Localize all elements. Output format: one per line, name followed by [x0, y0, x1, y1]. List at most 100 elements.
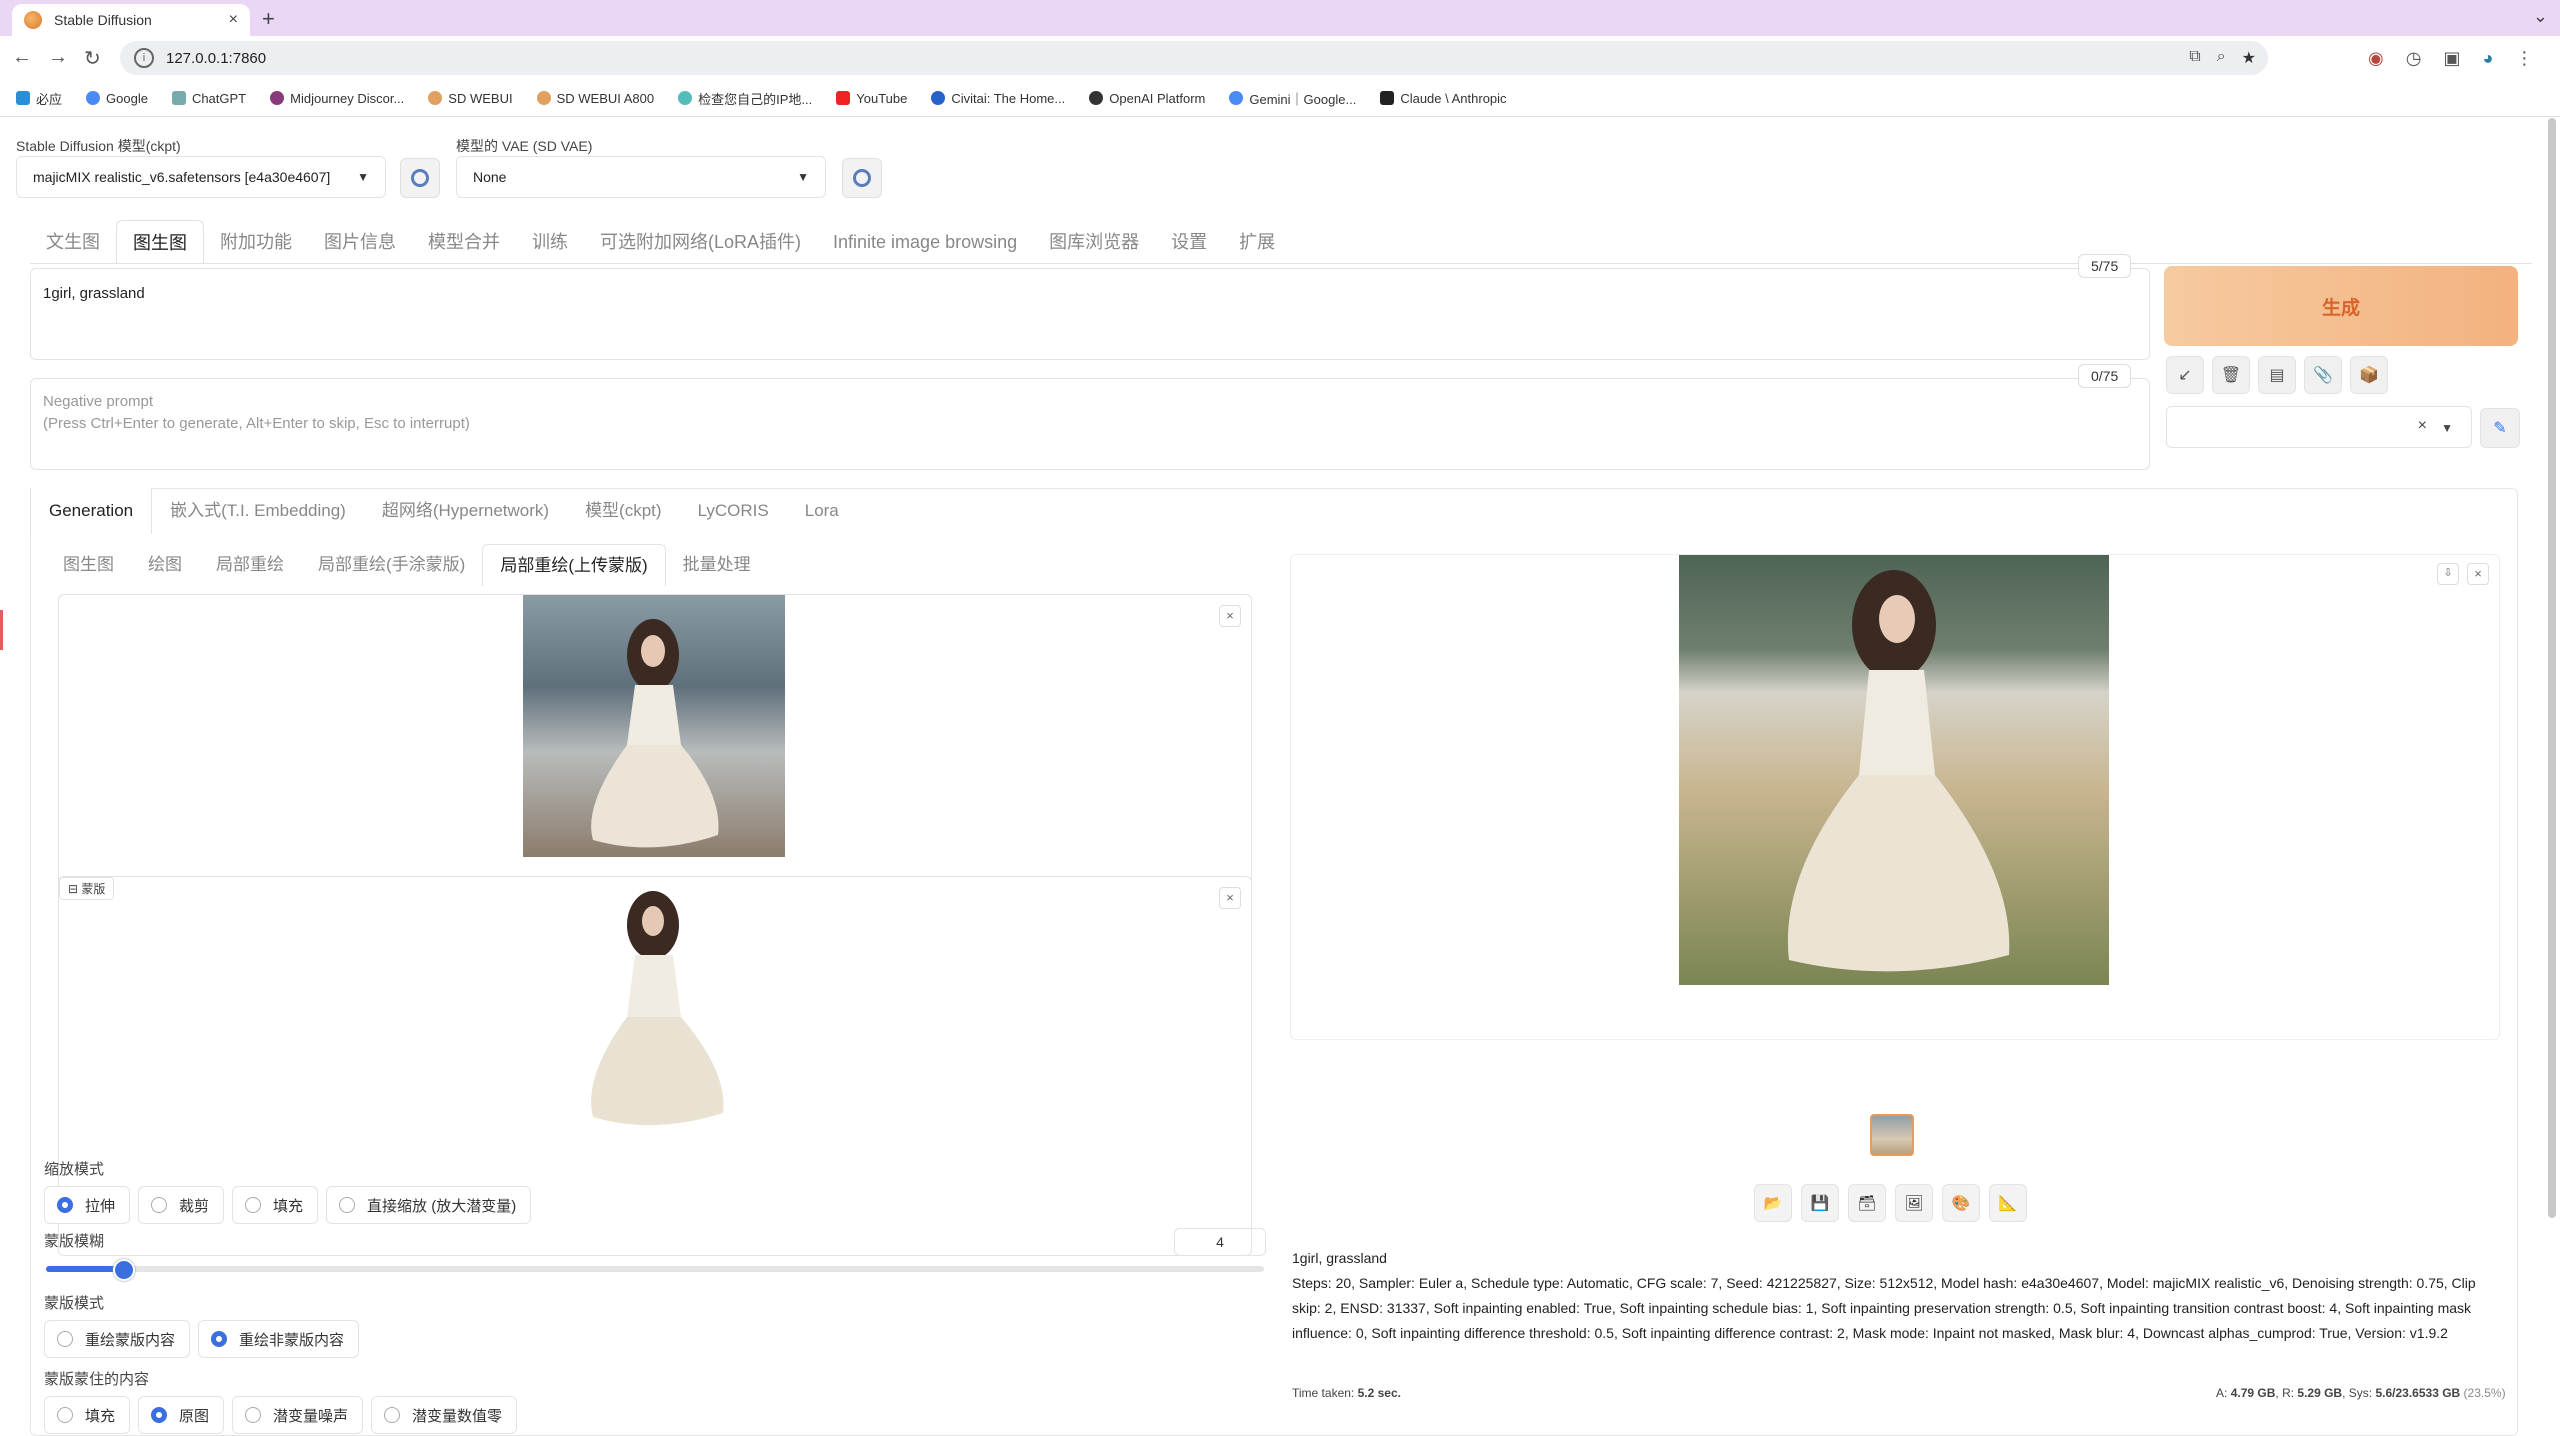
bookmark-item[interactable]: Google	[86, 91, 148, 106]
tab-txt2img[interactable]: 文生图	[30, 220, 116, 264]
tab-img2img-mode[interactable]: 图生图	[46, 544, 131, 586]
bookmark-item[interactable]: 必应	[16, 89, 62, 108]
vae-dropdown[interactable]: None ▼	[456, 156, 826, 198]
mask-option-inpaint-not-masked[interactable]: 重绘非蒙版内容	[198, 1320, 360, 1358]
mask-blur-number-input[interactable]: 4	[1174, 1228, 1266, 1256]
refresh-vae-button[interactable]	[842, 158, 882, 198]
forward-icon[interactable]: →	[48, 46, 68, 69]
extra-networks-button[interactable]: ▤	[2258, 356, 2296, 394]
tab-additional-networks[interactable]: 可选附加网络(LoRA插件)	[584, 220, 817, 264]
translate-icon[interactable]: ⧉	[2189, 48, 2200, 68]
bookmark-item[interactable]: Gemini｜Google...	[1229, 89, 1356, 108]
read-params-button[interactable]: ↙	[2166, 356, 2204, 394]
clear-icon[interactable]: ×	[2418, 417, 2427, 435]
subtab-generation[interactable]: Generation	[30, 488, 153, 534]
content-option-original[interactable]: 原图	[138, 1396, 225, 1434]
tab-model-merge[interactable]: 模型合并	[412, 220, 516, 264]
download-icon[interactable]: ⇩	[2437, 563, 2459, 585]
bookmark-item[interactable]: OpenAI Platform	[1089, 91, 1205, 106]
tab-batch[interactable]: 批量处理	[666, 544, 768, 586]
tab-train[interactable]: 训练	[516, 220, 584, 264]
tab-title: Stable Diffusion	[54, 12, 152, 28]
resize-option-crop[interactable]: 裁剪	[138, 1186, 225, 1224]
save-button[interactable]: 💾	[1801, 1184, 1839, 1222]
resize-option-stretch[interactable]: 拉伸	[44, 1186, 131, 1224]
page-scrollbar[interactable]	[2548, 118, 2556, 1218]
address-url[interactable]: 127.0.0.1:7860	[166, 50, 266, 67]
bookmark-item[interactable]: YouTube	[836, 91, 907, 106]
styles-dropdown[interactable]: × ▼	[2166, 406, 2472, 448]
refresh-ckpt-button[interactable]	[400, 158, 440, 198]
bookmark-item[interactable]: Midjourney Discor...	[270, 91, 404, 106]
address-bar[interactable]: i 127.0.0.1:7860 ⧉ ⌕ ★	[120, 41, 2268, 75]
bookmark-item[interactable]: SD WEBUI	[428, 91, 513, 106]
content-option-latent-nothing[interactable]: 潜变量数值零	[371, 1396, 518, 1434]
tab-inpaint[interactable]: 局部重绘	[199, 544, 301, 586]
resize-option-fill[interactable]: 填充	[232, 1186, 319, 1224]
content-option-latent-noise[interactable]: 潜变量噪声	[232, 1396, 364, 1434]
mask-blur-slider[interactable]	[46, 1259, 1264, 1281]
edit-style-button[interactable]: ✎	[2480, 408, 2520, 448]
send-to-inpaint-button[interactable]: 🎨	[1942, 1184, 1980, 1222]
reload-icon[interactable]: ↻	[84, 46, 101, 71]
close-icon[interactable]: ×	[1219, 605, 1241, 627]
new-tab-button[interactable]: +	[262, 6, 275, 32]
prompt-input[interactable]: 1girl, grassland	[30, 268, 2150, 360]
tab-settings[interactable]: 设置	[1155, 220, 1223, 264]
zip-button[interactable]: 🗃	[1848, 1184, 1886, 1222]
output-image[interactable]	[1679, 555, 2109, 985]
zoom-icon[interactable]: ⌕	[2217, 48, 2226, 68]
tab-sketch[interactable]: 绘图	[131, 544, 199, 586]
tab-extras[interactable]: 附加功能	[204, 220, 308, 264]
subtab-lycoris[interactable]: LyCORIS	[680, 488, 787, 534]
ckpt-dropdown[interactable]: majicMIX realistic_v6.safetensors [e4a30…	[16, 156, 386, 198]
clear-prompt-button[interactable]: 🗑	[2212, 356, 2250, 394]
profile-avatar-icon[interactable]: ◕	[2482, 48, 2493, 69]
output-thumbnail[interactable]	[1870, 1114, 1914, 1156]
send-to-img2img-button[interactable]: 🖼	[1895, 1184, 1933, 1222]
paste-button[interactable]: 📎	[2304, 356, 2342, 394]
slider-handle[interactable]	[113, 1259, 136, 1281]
tab-image-browser[interactable]: 图库浏览器	[1033, 220, 1155, 264]
negative-prompt-input[interactable]: Negative prompt (Press Ctrl+Enter to gen…	[30, 378, 2150, 470]
bookmark-star-icon[interactable]: ★	[2242, 48, 2256, 68]
back-icon[interactable]: ←	[12, 46, 32, 69]
close-icon[interactable]: ×	[1219, 887, 1241, 909]
img2img-mode-tabs: 图生图 绘图 局部重绘 局部重绘(手涂蒙版) 局部重绘(上传蒙版) 批量处理	[46, 544, 768, 586]
site-info-icon[interactable]: i	[134, 48, 154, 68]
apply-style-button[interactable]: 📦	[2350, 356, 2388, 394]
tab-img2img[interactable]: 图生图	[116, 220, 204, 264]
bookmark-item[interactable]: Civitai: The Home...	[931, 91, 1065, 106]
mask-option-inpaint-masked[interactable]: 重绘蒙版内容	[44, 1320, 191, 1358]
history-icon[interactable]: ◷	[2406, 48, 2422, 69]
bookmark-item[interactable]: SD WEBUI A800	[536, 91, 654, 106]
subtab-checkpoints[interactable]: 模型(ckpt)	[567, 488, 680, 534]
resize-option-latent-upscale[interactable]: 直接缩放 (放大潜变量)	[326, 1186, 532, 1224]
generate-button[interactable]: 生成	[2164, 266, 2518, 346]
content-option-fill[interactable]: 填充	[44, 1396, 131, 1434]
subtab-embedding[interactable]: 嵌入式(T.I. Embedding)	[152, 488, 364, 534]
tab-search-icon[interactable]: ⌄	[2533, 6, 2548, 27]
floppy-disk-icon: 💾	[1810, 1195, 1830, 1212]
extension-record-icon[interactable]: ◉	[2368, 48, 2384, 69]
subtab-lora[interactable]: Lora	[787, 488, 857, 534]
browser-tab[interactable]: Stable Diffusion ×	[12, 4, 250, 36]
tab-extensions[interactable]: 扩展	[1223, 220, 1291, 264]
tab-inpaint-sketch[interactable]: 局部重绘(手涂蒙版)	[301, 544, 482, 586]
subtab-hypernetwork[interactable]: 超网络(Hypernetwork)	[364, 488, 567, 534]
bookmark-item[interactable]: Claude \ Anthropic	[1380, 91, 1507, 106]
bookmark-item[interactable]: ChatGPT	[171, 91, 246, 106]
send-to-extras-button[interactable]: 📐	[1989, 1184, 2027, 1222]
tab-close-icon[interactable]: ×	[229, 11, 238, 29]
output-params: Steps: 20, Sampler: Euler a, Schedule ty…	[1292, 1275, 2476, 1341]
bookmark-item[interactable]: 检查您自己的IP地...	[678, 89, 812, 108]
tab-inpaint-upload[interactable]: 局部重绘(上传蒙版)	[482, 544, 666, 586]
tab-infinite-image-browsing[interactable]: Infinite image browsing	[817, 220, 1033, 264]
extensions-puzzle-icon[interactable]: ▣	[2443, 48, 2460, 69]
bookmark-favicon-icon	[1380, 91, 1395, 105]
close-icon[interactable]: ×	[2467, 563, 2489, 585]
open-folder-button[interactable]: 📂	[1754, 1184, 1792, 1222]
bookmark-favicon-icon	[16, 91, 30, 105]
tab-png-info[interactable]: 图片信息	[308, 220, 412, 264]
browser-menu-icon[interactable]: ⋮	[2515, 48, 2533, 69]
